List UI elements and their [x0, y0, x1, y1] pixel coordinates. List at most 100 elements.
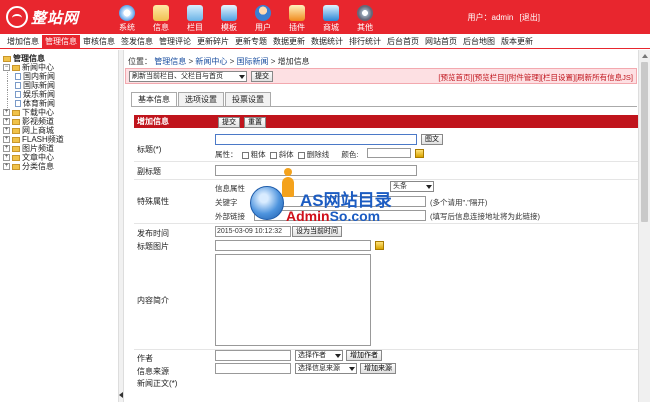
submit-button[interactable]: 提交 — [218, 117, 240, 128]
column-settings-link[interactable]: [栏目设置] — [541, 73, 575, 82]
nav-template[interactable]: 模板 — [212, 2, 246, 32]
submenu-sign-info[interactable]: 签发信息 — [118, 35, 156, 48]
italic-label: 斜体 — [278, 150, 294, 159]
tree-item-shop[interactable]: + 网上商城 — [3, 126, 118, 135]
panel-splitter[interactable] — [118, 50, 124, 402]
submenu-update-topic[interactable]: 更新专题 — [232, 35, 270, 48]
breadcrumb-link-news[interactable]: 新闻中心 — [195, 57, 227, 66]
image-upload-icon[interactable] — [375, 241, 384, 250]
nav-column[interactable]: 栏目 — [178, 2, 212, 32]
tree-title: 管理信息 — [13, 54, 45, 63]
tree-item-label: 分类信息 — [22, 162, 54, 171]
tree-item-picture[interactable]: + 图片频道 — [3, 144, 118, 153]
color-picker-icon[interactable] — [415, 149, 424, 158]
add-source-button[interactable]: 增加来源 — [360, 363, 396, 374]
tree-item-article[interactable]: + 文章中心 — [3, 153, 118, 162]
watermark-line2: AdminSo.com — [286, 208, 380, 224]
submenu-admin-home[interactable]: 后台首页 — [384, 35, 422, 48]
nav-system[interactable]: 系统 — [110, 2, 144, 32]
tree-item-video[interactable]: + 影视频道 — [3, 117, 118, 126]
author-input[interactable] — [215, 350, 291, 361]
submenu-version-update[interactable]: 版本更新 — [498, 35, 536, 48]
tree-item-flash[interactable]: + FLASH频道 — [3, 135, 118, 144]
submenu-rank-stats[interactable]: 排行统计 — [346, 35, 384, 48]
collapse-icon[interactable]: − — [3, 64, 10, 71]
intro-label: 内容简介 — [137, 296, 169, 305]
submenu-site-home[interactable]: 网站首页 — [422, 35, 460, 48]
nav-plugin[interactable]: 插件 — [280, 2, 314, 32]
refresh-select[interactable]: 刷新当前栏目、父栏目与首页 — [129, 70, 247, 82]
date-label: 发布时间 — [137, 229, 169, 238]
image-text-button[interactable]: 图文 — [421, 134, 443, 145]
refresh-submit-button[interactable]: 提交 — [251, 70, 273, 82]
watermark-admin: Admin — [286, 208, 330, 224]
submenu-data-stats[interactable]: 数据统计 — [308, 35, 346, 48]
expand-icon[interactable]: + — [3, 136, 10, 143]
breadcrumb-link-intl[interactable]: 国际新闻 — [237, 57, 269, 66]
nav-shop[interactable]: 商城 — [314, 2, 348, 32]
submenu-manage-comment[interactable]: 管理评论 — [156, 35, 194, 48]
tree-item-classified[interactable]: + 分类信息 — [3, 162, 118, 171]
strike-label: 删除线 — [306, 150, 330, 159]
top-nav: 系统 信息 栏目 模板 用户 插件 商城 其他 — [110, 2, 382, 32]
color-input[interactable] — [367, 148, 411, 158]
submenu-review-info[interactable]: 审核信息 — [80, 35, 118, 48]
source-select[interactable]: 选择信息来源 — [295, 363, 357, 374]
expand-icon[interactable]: + — [3, 163, 10, 170]
expand-icon[interactable]: + — [3, 109, 10, 116]
tree-root[interactable]: 管理信息 — [3, 54, 118, 63]
expand-icon[interactable]: + — [3, 127, 10, 134]
breadcrumb-link-manage[interactable]: 管理信息 — [154, 57, 186, 66]
title-pic-input[interactable] — [215, 240, 371, 251]
italic-checkbox[interactable] — [269, 151, 277, 159]
logout-link[interactable]: [退出] — [520, 13, 540, 22]
logo[interactable]: 整站网 — [6, 6, 79, 28]
tab-vote[interactable]: 投票设置 — [225, 92, 271, 106]
scroll-up-icon[interactable] — [642, 54, 648, 58]
breadcrumb-prefix: 位置： — [128, 57, 152, 66]
preview-column-link[interactable]: [预览栏目] — [473, 73, 507, 82]
bold-checkbox[interactable] — [241, 151, 249, 159]
tree-item-news[interactable]: − 新闻中心 — [3, 63, 118, 72]
submenu-admin-map[interactable]: 后台地图 — [460, 35, 498, 48]
vertical-scrollbar[interactable] — [638, 50, 650, 402]
tree-item-label: 国内新闻 — [23, 72, 55, 81]
attachment-link[interactable]: [附件管理] — [507, 73, 541, 82]
category-tree: 管理信息 − 新闻中心 国内新闻 国际新闻 娱乐新闻 体育新闻 + 下载中心 +… — [0, 50, 118, 402]
strike-checkbox[interactable] — [297, 151, 305, 159]
scroll-thumb[interactable] — [641, 62, 648, 222]
submenu-update-fragment[interactable]: 更新碎片 — [194, 35, 232, 48]
nav-info[interactable]: 信息 — [144, 2, 178, 32]
submenu-data-update[interactable]: 数据更新 — [270, 35, 308, 48]
tab-basic-info[interactable]: 基本信息 — [131, 92, 177, 106]
expand-icon[interactable]: + — [3, 154, 10, 161]
expand-icon[interactable]: + — [3, 118, 10, 125]
tree-item-entertainment-news[interactable]: 娱乐新闻 — [3, 90, 118, 99]
submenu-add-info[interactable]: 增加信息 — [4, 35, 42, 48]
nav-other[interactable]: 其他 — [348, 2, 382, 32]
intro-textarea[interactable] — [215, 254, 371, 346]
nav-label: 其他 — [357, 23, 373, 32]
reset-button[interactable]: 重置 — [244, 117, 266, 128]
source-input[interactable] — [215, 363, 291, 374]
watermark: AS网站目录 AdminSo.com — [250, 168, 420, 230]
nav-user[interactable]: 用户 — [246, 2, 280, 32]
author-select[interactable]: 选择作者 — [295, 350, 343, 361]
tree-item-label: 网上商城 — [22, 126, 54, 135]
keyword-hint: (多个请用","隔开) — [430, 198, 488, 207]
expand-icon[interactable]: + — [3, 145, 10, 152]
tab-options[interactable]: 选项设置 — [178, 92, 224, 106]
tree-item-domestic-news[interactable]: 国内新闻 — [3, 72, 118, 81]
external-link-label: 外部链接 — [215, 212, 245, 221]
folder-icon — [12, 118, 20, 125]
preview-home-link[interactable]: [预览首页] — [438, 73, 472, 82]
title-input[interactable] — [215, 134, 417, 145]
tree-item-sports-news[interactable]: 体育新闻 — [3, 99, 118, 108]
refresh-js-link[interactable]: [刷新所有信息JS] — [575, 73, 633, 82]
tree-item-download[interactable]: + 下载中心 — [3, 108, 118, 117]
tree-item-intl-news[interactable]: 国际新闻 — [3, 81, 118, 90]
add-author-button[interactable]: 增加作者 — [346, 350, 382, 361]
main-panel: 位置： 管理信息 > 新闻中心 > 国际新闻 > 增加信息 刷新当前栏目、父栏目… — [125, 50, 638, 402]
collapse-arrow-icon[interactable] — [119, 392, 123, 398]
submenu-manage-info[interactable]: 管理信息 — [42, 34, 80, 48]
